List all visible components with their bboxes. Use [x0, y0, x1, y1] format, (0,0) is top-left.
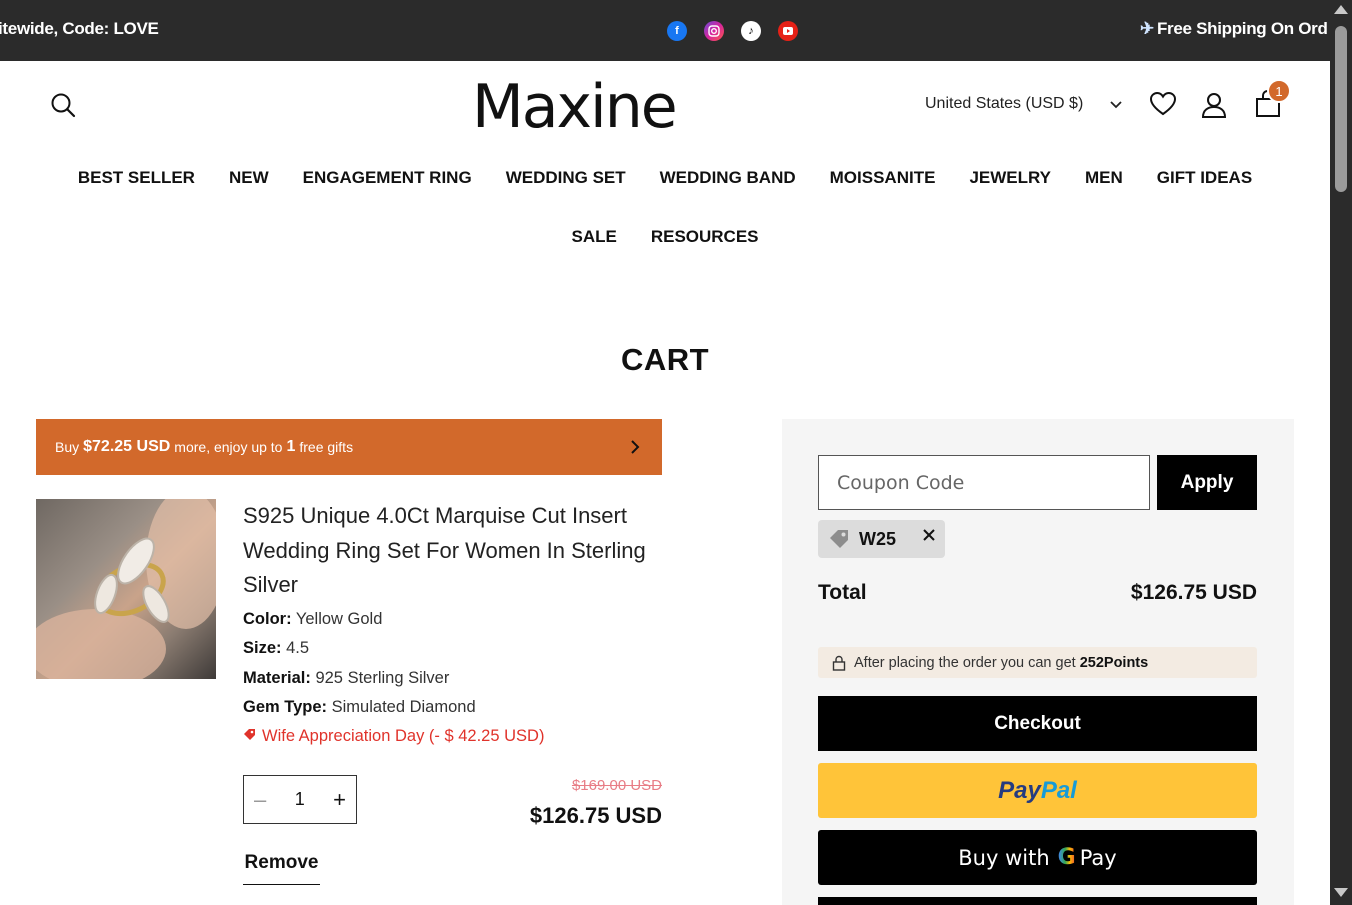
total-label: Total [818, 581, 867, 604]
chevron-right-icon[interactable] [628, 438, 642, 456]
attribute-size: Size: 4.5 [243, 639, 310, 657]
promo-text-right: ✈ Free Shipping On Ord [1140, 19, 1328, 38]
gift-amount: $72.25 USD [83, 438, 171, 455]
item-price: $126.75 USD [529, 803, 662, 828]
nav-item-engagement-ring[interactable]: ENGAGEMENT RING [303, 168, 472, 188]
site-logo[interactable]: Maxine [472, 76, 712, 138]
applied-coupon-chip: W25 [818, 520, 945, 558]
cart-count-badge: 1 [1267, 79, 1291, 103]
nav-item-best-seller[interactable]: BEST SELLER [78, 168, 195, 188]
lock-icon [832, 655, 846, 671]
plane-icon: ✈ [1140, 19, 1154, 38]
nav-item-wedding-set[interactable]: WEDDING SET [506, 168, 626, 188]
total-value: $126.75 USD [1130, 581, 1257, 604]
social-links: f ♪ [667, 21, 798, 41]
facebook-icon[interactable]: f [667, 21, 687, 41]
chevron-down-icon[interactable] [1108, 96, 1124, 112]
scroll-down-icon[interactable] [1334, 888, 1348, 897]
nav-item-moissanite[interactable]: MOISSANITE [830, 168, 936, 188]
wishlist-heart-icon[interactable] [1149, 91, 1177, 117]
instagram-icon[interactable] [704, 21, 724, 41]
quantity-value[interactable]: 1 [295, 789, 305, 810]
discount-tag-icon [244, 729, 255, 740]
nav-item-gift-ideas[interactable]: GIFT IDEAS [1157, 168, 1252, 188]
tiktok-icon[interactable]: ♪ [741, 21, 761, 41]
promo-text-left: itewide, Code: LOVE [0, 19, 159, 38]
quantity-stepper: – 1 + [243, 775, 357, 824]
paypal-button[interactable]: Pay Pal [818, 763, 1257, 818]
free-gift-banner[interactable]: Buy $72.25 USD more, enjoy up to 1 free … [36, 419, 662, 475]
quantity-increase-button[interactable]: + [333, 787, 346, 813]
youtube-icon[interactable] [778, 21, 798, 41]
apply-button[interactable]: Apply [1157, 455, 1257, 510]
gift-count: 1 [286, 438, 296, 455]
points-value: 252Points [1079, 654, 1149, 671]
google-pay-button[interactable]: Buy with G Pay [818, 830, 1257, 885]
close-icon[interactable] [922, 528, 936, 542]
promotion-discount: Wife Appreciation Day (- $ 42.25 USD) [243, 727, 544, 746]
main-nav-row2: SALE RESOURCES [0, 227, 1330, 247]
tag-icon [830, 530, 848, 548]
scrollbar[interactable] [1330, 0, 1352, 905]
additional-payment-button[interactable] [818, 897, 1257, 905]
attribute-color: Color: Yellow Gold [243, 610, 383, 628]
coupon-input[interactable]: Coupon Code [818, 455, 1150, 510]
attribute-material: Material: 925 Sterling Silver [243, 669, 450, 687]
account-user-icon[interactable] [1200, 91, 1228, 119]
original-price: $169.00 USD [571, 777, 662, 794]
nav-item-jewelry[interactable]: JEWELRY [969, 168, 1051, 188]
scrollbar-thumb[interactable] [1335, 26, 1347, 192]
google-g-icon: G [1057, 845, 1076, 870]
page-title: CART [620, 342, 710, 377]
nav-item-men[interactable]: MEN [1085, 168, 1123, 188]
scroll-up-icon[interactable] [1334, 5, 1348, 14]
country-selector[interactable]: United States (USD $) [925, 95, 1083, 113]
product-image[interactable] [36, 499, 216, 679]
product-title[interactable]: S925 Unique 4.0Ct Marquise Cut Insert We… [243, 499, 663, 603]
nav-item-new[interactable]: NEW [229, 168, 269, 188]
ring-photo-illustration [36, 499, 216, 679]
search-icon[interactable] [50, 92, 76, 118]
remove-button[interactable]: Remove [243, 852, 320, 885]
checkout-button[interactable]: Checkout [818, 696, 1257, 751]
quantity-decrease-button[interactable]: – [254, 787, 266, 813]
main-nav: BEST SELLER NEW ENGAGEMENT RING WEDDING … [0, 168, 1330, 188]
announcement-bar: itewide, Code: LOVE f ♪ ✈ Free Shipping O… [0, 0, 1330, 61]
nav-item-resources[interactable]: RESOURCES [651, 227, 759, 247]
applied-coupon-code: W25 [859, 528, 897, 549]
nav-item-sale[interactable]: SALE [571, 227, 616, 247]
nav-item-wedding-band[interactable]: WEDDING BAND [660, 168, 796, 188]
points-notice: After placing the order you can get 252P… [818, 647, 1257, 678]
attribute-gem-type: Gem Type: Simulated Diamond [243, 698, 476, 716]
